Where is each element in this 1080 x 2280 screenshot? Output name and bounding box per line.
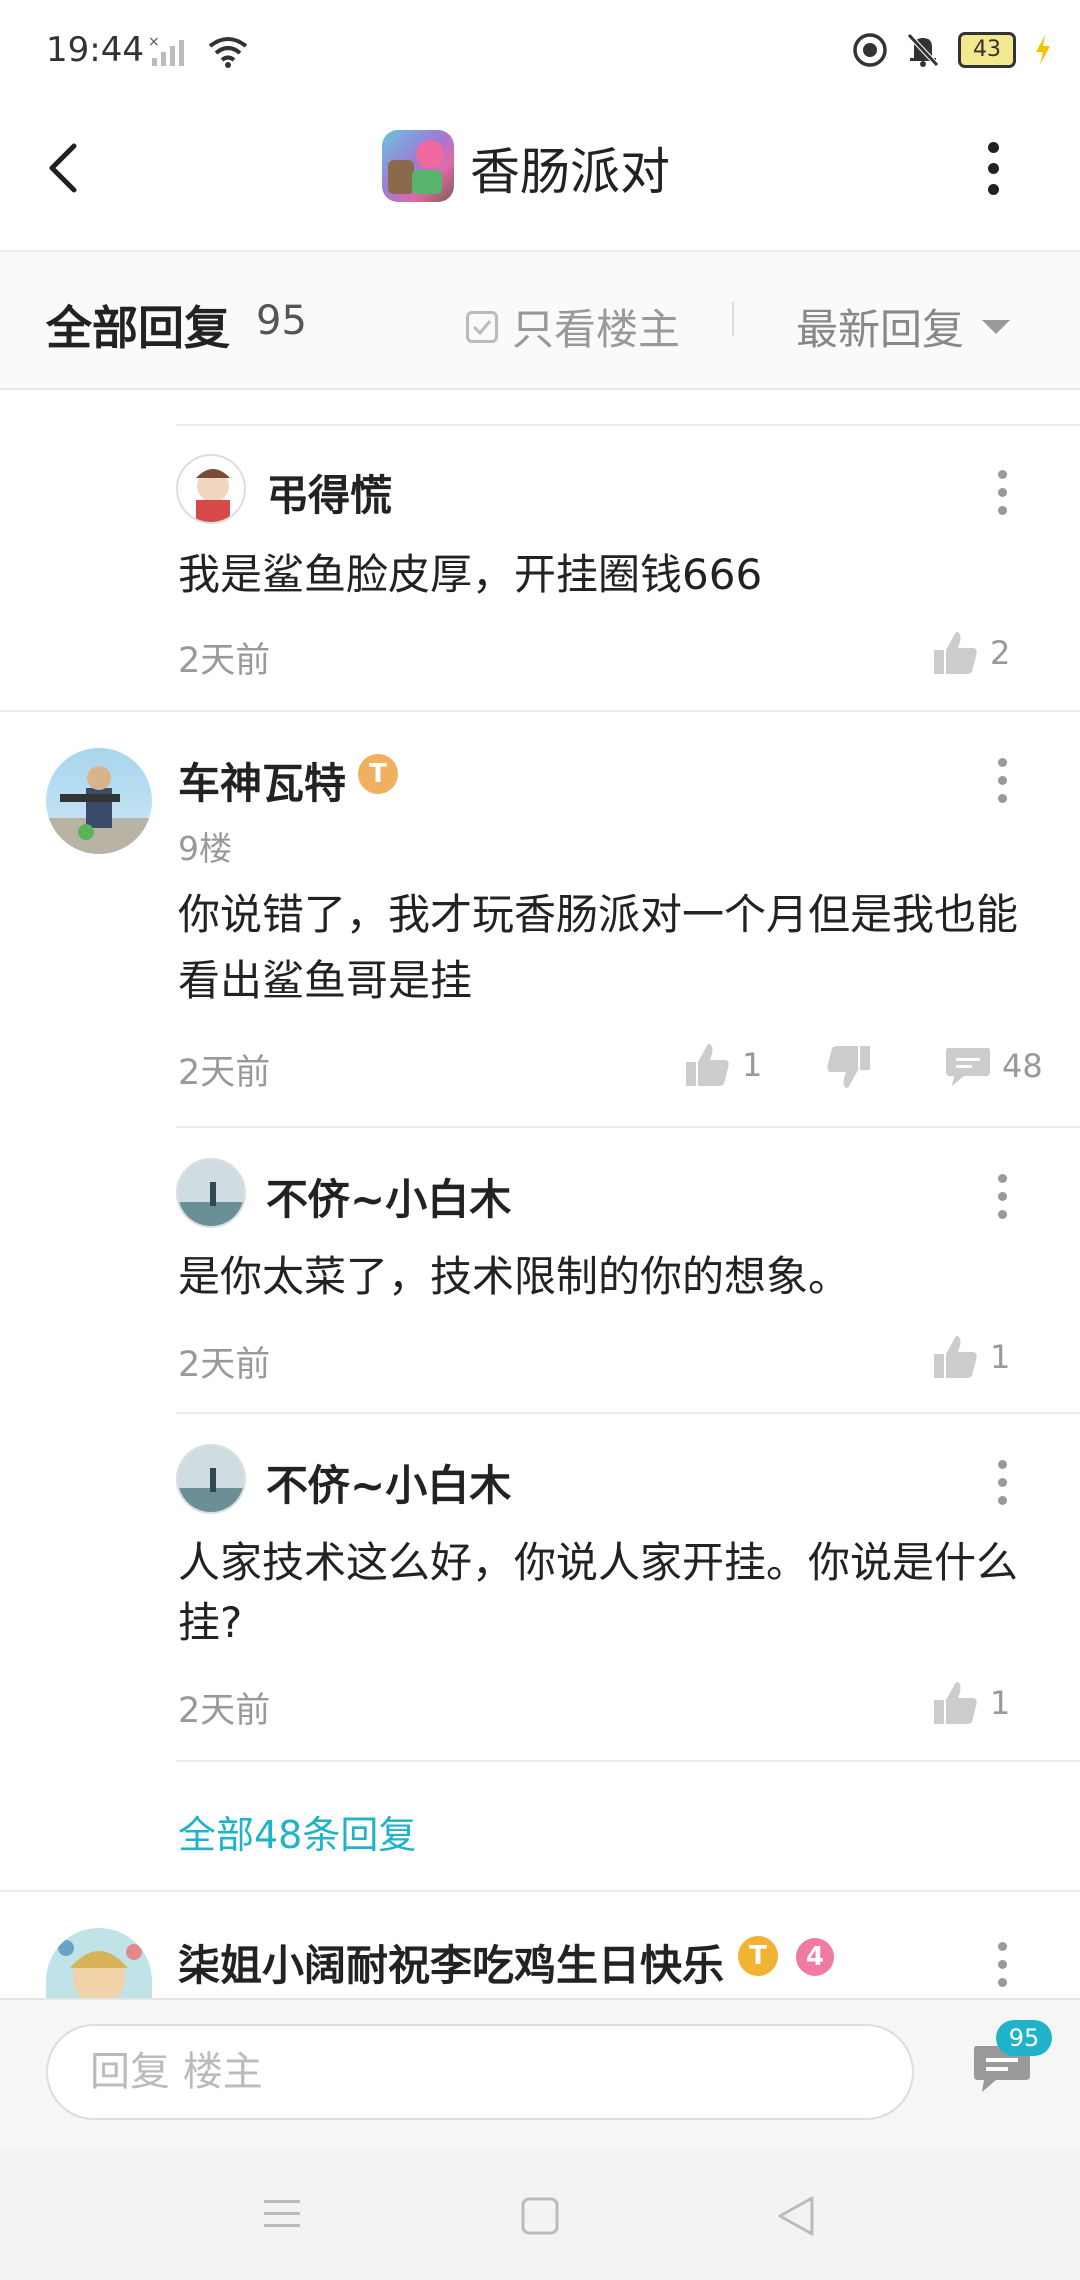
reply-text: 人家技术这么好，你说人家开挂。你说是什么 [178,1538,1019,1587]
divider [176,1412,1080,1414]
reply-count-button[interactable]: 48 [944,1044,1043,1088]
like-count: 1 [990,1684,1011,1722]
divider [176,1126,1080,1128]
app-icon [382,130,454,202]
menu-icon[interactable] [262,2196,302,2232]
reply-username[interactable]: 不侪~小白木 [266,1166,511,1227]
reply-text: 是你太菜了，技术限制的你的想象。 [178,1252,851,1301]
focus-mode-icon [853,33,887,67]
divider [176,424,1080,426]
charging-icon [1036,35,1050,65]
status-time: 19:44 [46,30,144,70]
thumbs-up-icon [934,632,977,674]
more-vertical-icon[interactable] [998,1174,1008,1228]
svg-text:×: × [148,34,160,50]
checkbox-icon[interactable] [466,310,498,343]
reply-username[interactable]: 不侪~小白木 [266,1452,511,1513]
comment-count-badge: 95 [996,2020,1052,2056]
thumbs-up-icon [686,1044,729,1086]
back-triangle-icon[interactable] [776,2194,816,2238]
comment-time: 2天前 [178,1053,271,1093]
divider [0,710,1080,712]
reply-text: 挂? [178,1598,243,1647]
like-count: 1 [742,1046,763,1084]
thumbs-up-icon [934,1682,977,1724]
title-badge: T [738,1936,778,1976]
like-count: 2 [990,634,1011,672]
home-icon[interactable] [520,2196,560,2236]
back-chevron-icon[interactable] [44,138,84,198]
comment-username[interactable]: 柒姐小阔耐祝李吃鸡生日快乐 [178,1932,724,1993]
like-button[interactable]: 1 [684,1042,762,1088]
comment-text: 看出鲨鱼哥是挂 [178,956,473,1005]
comment-bubble-icon [946,1048,990,1086]
thumbs-down-icon [827,1046,870,1088]
avatar[interactable] [176,1158,246,1228]
level-badge: 4 [796,1938,834,1976]
all-replies-count: 95 [256,298,307,344]
more-vertical-icon[interactable] [998,758,1008,812]
comment-text: 我是鲨鱼脸皮厚，开挂圈钱666 [178,550,763,599]
avatar[interactable] [176,454,246,524]
all-replies-label: 全部回复 [46,301,230,355]
only-owner-label: 只看楼主 [512,305,681,354]
like-button[interactable]: 2 [932,630,1010,676]
reply-time: 2天前 [178,1345,271,1385]
wifi-icon [208,37,248,68]
reply-count: 48 [1002,1047,1043,1085]
like-button[interactable]: 1 [932,1334,1010,1380]
mute-bell-icon [907,33,939,67]
sort-label: 最新回复 [796,305,965,354]
avatar[interactable] [176,1444,246,1514]
avatar[interactable] [46,1928,152,1998]
comment-time: 2天前 [178,641,271,681]
like-button[interactable]: 1 [932,1680,1010,1726]
all-replies-link[interactable]: 全部48条回复 [178,1804,416,1859]
divider [0,1890,1080,1892]
more-vertical-icon[interactable] [988,142,999,205]
more-vertical-icon[interactable] [998,1460,1008,1514]
page-title: 香肠派对 [470,143,670,201]
comment-text: 你说错了，我才玩香肠派对一个月但是我也能 [178,890,1019,939]
caret-down-icon [982,319,1011,334]
cell-signal-icon: × [148,34,184,66]
title-badge: T [358,754,398,794]
divider [732,302,734,336]
floor-number: 9楼 [178,829,232,868]
avatar[interactable] [46,748,152,854]
reply-input[interactable]: 回复 楼主 [46,2024,914,2120]
comment-username[interactable]: 弔得慌 [266,462,392,523]
more-vertical-icon[interactable] [998,470,1008,524]
more-vertical-icon[interactable] [998,1942,1008,1996]
like-count: 1 [990,1338,1011,1376]
reply-time: 2天前 [178,1691,271,1731]
thumbs-up-icon [934,1336,977,1378]
dislike-button[interactable] [824,1044,872,1090]
sort-dropdown[interactable]: 最新回复 [796,296,1011,357]
battery-indicator: 43 [958,32,1016,68]
comment-username[interactable]: 车神瓦特 [178,750,346,811]
status-bar: 19:44 × 43 [0,0,1080,100]
only-owner-toggle[interactable]: 只看楼主 [466,296,680,357]
divider [176,1760,1080,1762]
